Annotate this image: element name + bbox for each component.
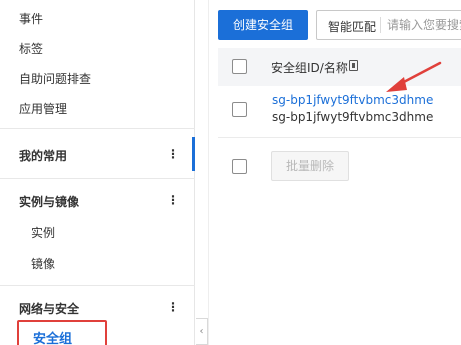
create-security-group-button[interactable]: 创建安全组 <box>218 10 308 40</box>
footer-select-all-checkbox[interactable] <box>232 159 247 174</box>
more-icon[interactable]: ⋮ <box>167 301 179 313</box>
select-all-checkbox[interactable] <box>232 59 247 74</box>
sidebar-group-favorites[interactable]: 我的常用 <box>19 147 67 164</box>
search-mode-select[interactable]: 智能匹配 <box>328 18 376 35</box>
sidebar-collapse-handle[interactable]: ‹ <box>196 318 208 345</box>
sidebar-item-instances[interactable]: 实例 <box>31 224 55 241</box>
row-divider <box>218 137 461 138</box>
security-group-name: sg-bp1jfwyt9ftvbmc3dhme <box>272 110 434 124</box>
sidebar-item-images[interactable]: 镜像 <box>31 255 55 272</box>
sidebar: 事件 标签 自助问题排查 应用管理 我的常用 ⋮ 实例与镜像 ⋮ 实例 镜像 网… <box>0 0 195 345</box>
search-box[interactable]: 智能匹配 <box>316 10 461 40</box>
batch-delete-button[interactable]: 批量删除 <box>271 151 349 181</box>
copy-icon[interactable] <box>349 60 358 71</box>
sidebar-divider <box>0 178 195 179</box>
sidebar-divider <box>0 285 195 286</box>
search-divider <box>380 17 381 33</box>
column-header-id-name[interactable]: 安全组ID/名称 <box>271 59 348 76</box>
sidebar-item-security-groups[interactable]: 安全组 <box>33 328 72 345</box>
active-indicator <box>192 137 195 171</box>
security-group-id-link[interactable]: sg-bp1jfwyt9ftvbmc3dhme <box>272 93 433 107</box>
more-icon[interactable]: ⋮ <box>167 148 179 160</box>
sidebar-item-tags[interactable]: 标签 <box>19 40 43 57</box>
more-icon[interactable]: ⋮ <box>167 194 179 206</box>
sidebar-item-events[interactable]: 事件 <box>19 10 43 27</box>
search-input[interactable] <box>387 15 461 35</box>
panel-divider <box>208 0 209 345</box>
sidebar-divider <box>0 128 195 129</box>
sidebar-item-app-management[interactable]: 应用管理 <box>19 100 67 117</box>
sidebar-group-instances-images[interactable]: 实例与镜像 <box>19 193 79 210</box>
sidebar-item-self-troubleshoot[interactable]: 自助问题排查 <box>19 70 91 87</box>
row-checkbox[interactable] <box>232 102 247 117</box>
sidebar-group-network-security[interactable]: 网络与安全 <box>19 300 79 317</box>
